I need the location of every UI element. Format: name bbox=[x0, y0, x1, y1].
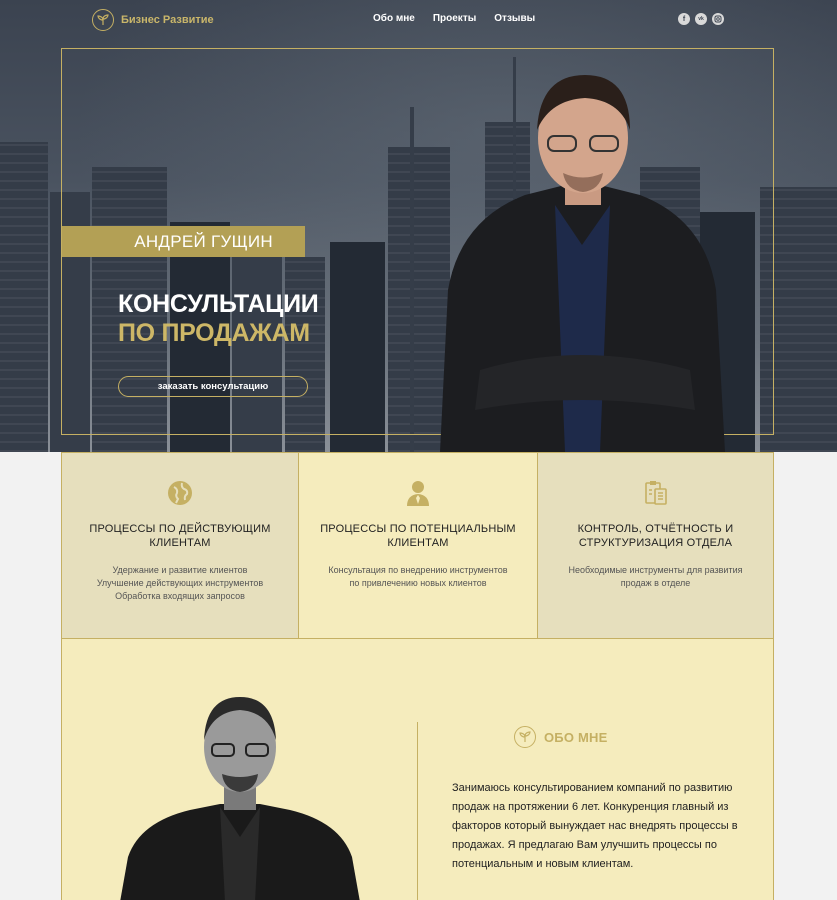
service-title: ПРОЦЕССЫ ПО ДЕЙСТВУЮЩИМ КЛИЕНТАМ bbox=[89, 523, 271, 549]
logo[interactable]: Бизнес Развитие bbox=[92, 9, 214, 31]
service-desc-line: продаж в отделе bbox=[620, 578, 691, 588]
person-icon bbox=[299, 480, 537, 508]
sprout-icon bbox=[92, 9, 114, 31]
about-heading: ОБО МНЕ bbox=[514, 726, 607, 748]
logo-text: Бизнес Развитие bbox=[121, 14, 214, 26]
hero-subheadline: ПО ПРОДАЖАМ bbox=[118, 319, 310, 347]
service-desc-line: Необходимые инструменты для развития bbox=[568, 565, 743, 575]
service-description: Консультация по внедрению инструментов п… bbox=[299, 564, 537, 590]
about-portrait bbox=[120, 697, 360, 900]
hero-name: АНДРЕЙ ГУЩИН bbox=[62, 226, 305, 257]
nav-link-projects[interactable]: Проекты bbox=[433, 13, 476, 24]
instagram-icon[interactable] bbox=[712, 13, 724, 25]
service-description: Необходимые инструменты для развития про… bbox=[538, 564, 773, 590]
order-consultation-button[interactable]: заказать консультацию bbox=[118, 376, 308, 397]
service-title: ПРОЦЕССЫ ПО ПОТЕНЦИАЛЬНЫМ КЛИЕНТАМ bbox=[320, 523, 516, 549]
service-card[interactable]: КОНТРОЛЬ, ОТЧЁТНОСТЬ И СТРУКТУРИЗАЦИЯ ОТ… bbox=[537, 452, 774, 639]
sprout-icon bbox=[514, 726, 536, 748]
service-description: Удержание и развитие клиентов Улучшение … bbox=[62, 564, 298, 603]
nav-link-about[interactable]: Обо мне bbox=[373, 13, 415, 24]
hero-section: Бизнес Развитие Обо мне Проекты Отзывы f… bbox=[0, 0, 837, 452]
service-desc-line: Обработка входящих запросов bbox=[115, 591, 245, 601]
service-card[interactable]: ПРОЦЕССЫ ПО ПОТЕНЦИАЛЬНЫМ КЛИЕНТАМ Консу… bbox=[299, 452, 537, 639]
about-section: ОБО МНЕ Занимаюсь консультированием комп… bbox=[61, 639, 774, 900]
services-section: ПРОЦЕССЫ ПО ДЕЙСТВУЮЩИМ КЛИЕНТАМ Удержан… bbox=[61, 452, 774, 639]
service-card[interactable]: ПРОЦЕССЫ ПО ДЕЙСТВУЮЩИМ КЛИЕНТАМ Удержан… bbox=[61, 452, 299, 639]
nav-link-reviews[interactable]: Отзывы bbox=[494, 13, 535, 24]
service-desc-line: Улучшение действующих инструментов bbox=[96, 578, 264, 588]
top-nav: Бизнес Развитие Обо мне Проекты Отзывы f… bbox=[0, 0, 837, 40]
facebook-icon[interactable]: f bbox=[678, 13, 690, 25]
service-desc-line: Удержание и развитие клиентов bbox=[112, 565, 248, 575]
social-links: f vk bbox=[678, 13, 724, 25]
about-text: Занимаюсь консультированием компаний по … bbox=[452, 782, 738, 870]
vk-icon[interactable]: vk bbox=[695, 13, 707, 25]
service-title: КОНТРОЛЬ, ОТЧЁТНОСТЬ И СТРУКТУРИЗАЦИЯ ОТ… bbox=[577, 523, 734, 549]
about-title: ОБО МНЕ bbox=[544, 729, 608, 745]
about-divider bbox=[417, 722, 418, 900]
service-desc-line: по привлечению новых клиентов bbox=[349, 578, 487, 588]
hero-portrait bbox=[440, 75, 725, 452]
service-desc-line: Консультация по внедрению инструментов bbox=[328, 565, 508, 575]
globe-icon bbox=[62, 480, 298, 508]
clipboard-icon bbox=[538, 480, 773, 508]
skyline-building bbox=[0, 142, 48, 452]
nav-links: Обо мне Проекты Отзывы bbox=[373, 13, 535, 24]
hero-headline: КОНСУЛЬТАЦИИ bbox=[118, 290, 319, 318]
